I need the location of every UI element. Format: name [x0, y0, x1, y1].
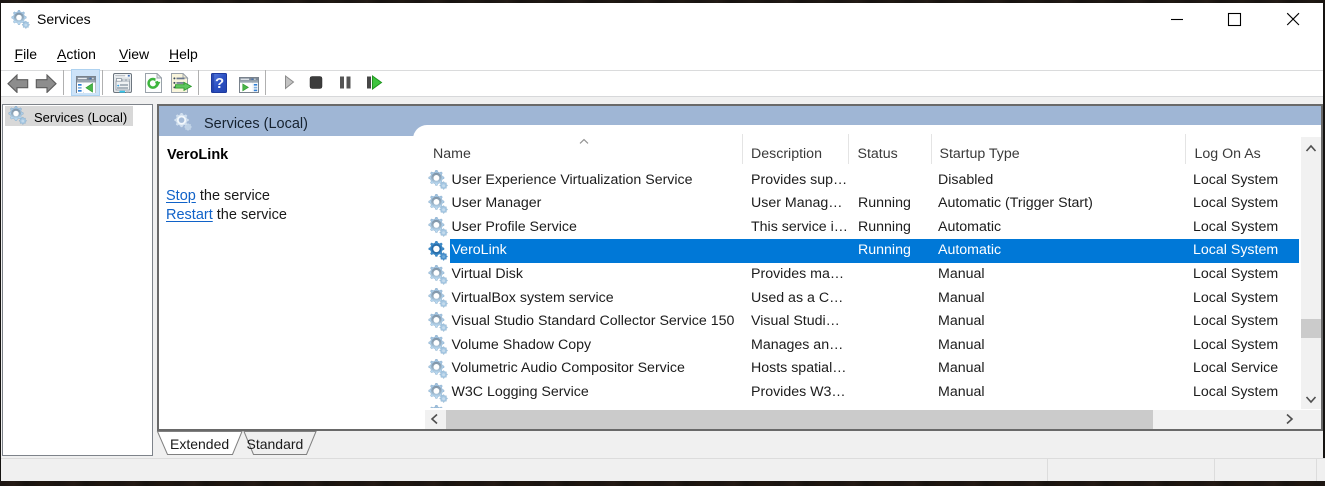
svg-text:Standard: Standard [247, 436, 304, 452]
svg-text:?: ? [215, 75, 224, 92]
svg-text:Extended: Extended [170, 436, 229, 452]
